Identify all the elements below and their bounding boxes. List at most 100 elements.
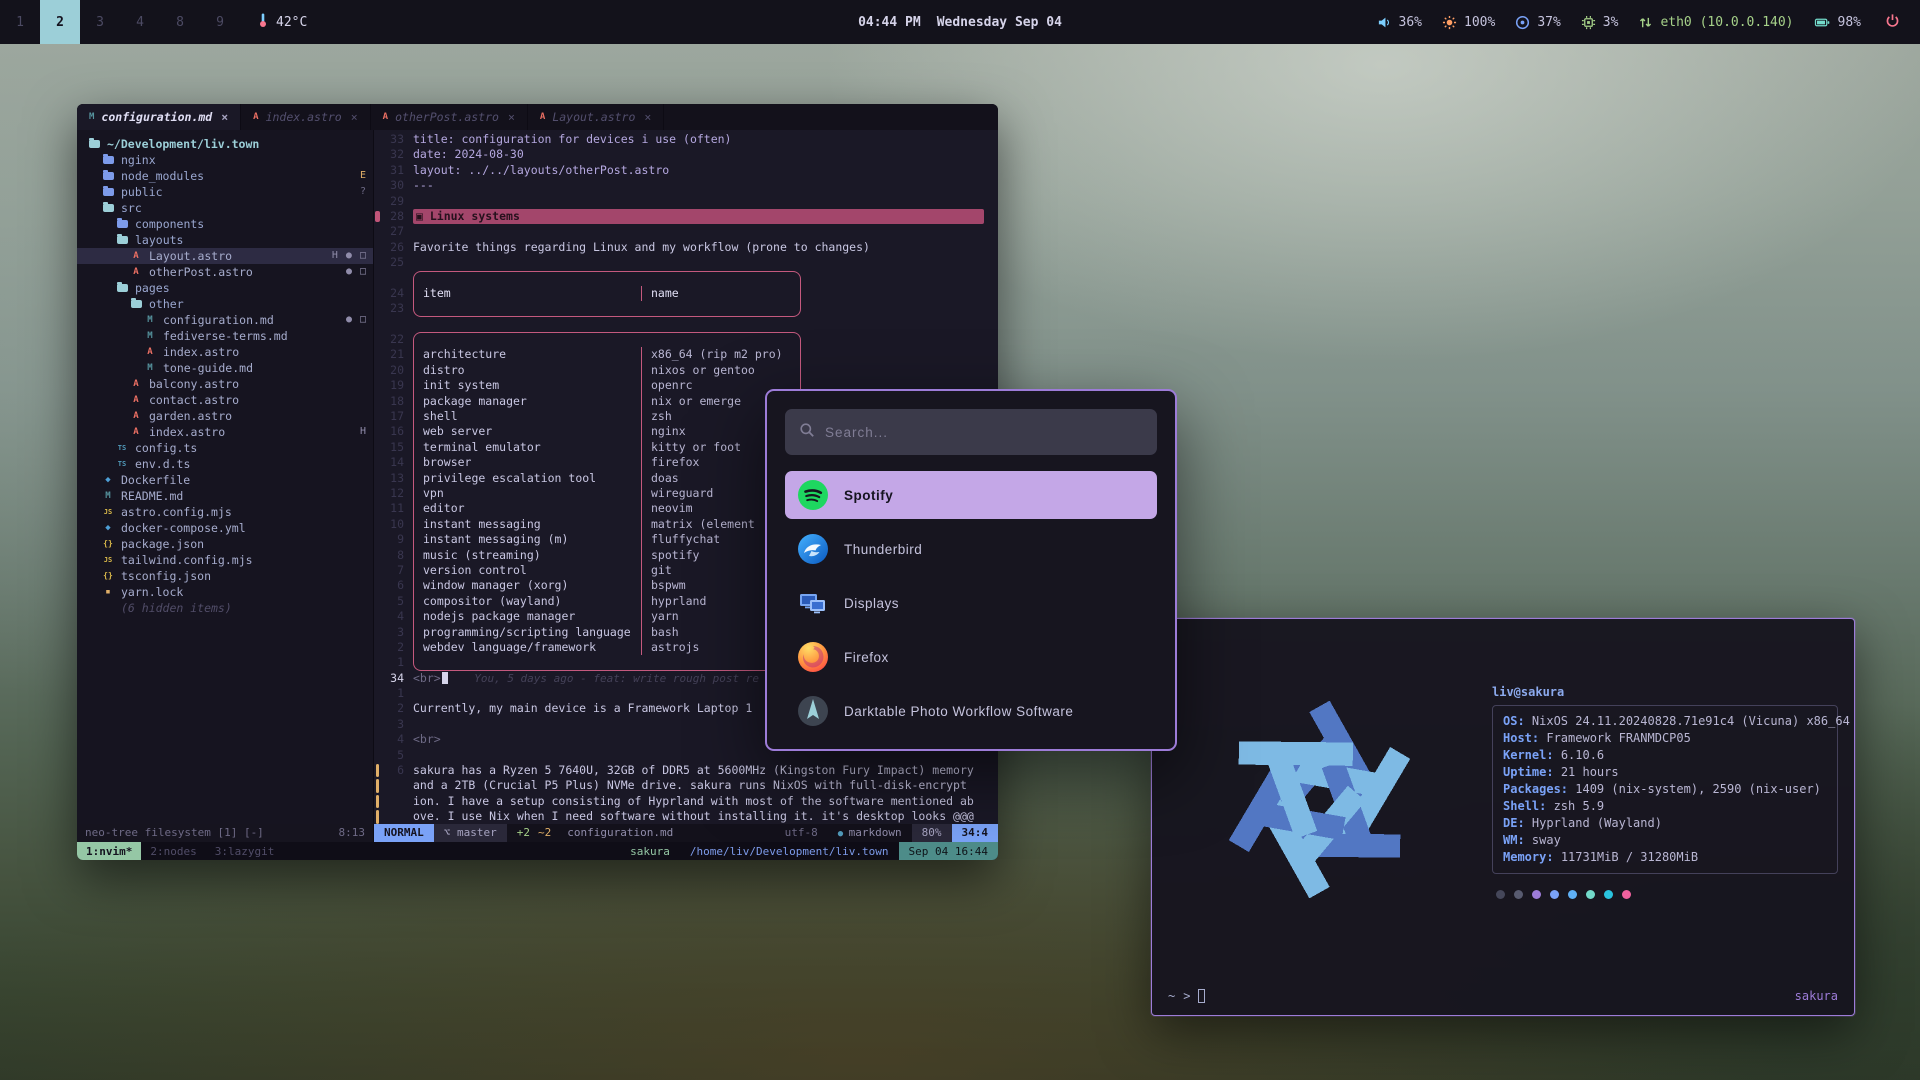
line-number: 29 <box>383 194 413 209</box>
fastfetch-line: Uptime21 hours <box>1503 764 1827 781</box>
workspace-button[interactable]: 4 <box>120 0 160 44</box>
line-body <box>413 271 801 286</box>
file-type-icon <box>115 233 129 247</box>
launcher-item-firefox[interactable]: Firefox <box>785 633 1157 681</box>
fastfetch-value: 6.10.6 <box>1561 748 1604 762</box>
battery-module[interactable]: 98% <box>1814 15 1861 30</box>
temperature-module[interactable]: 42°C <box>256 12 307 32</box>
file-type-icon <box>101 489 115 503</box>
tree-item[interactable]: docker-compose.yml <box>77 520 373 536</box>
tree-item[interactable]: src <box>77 200 373 216</box>
tree-item[interactable]: astro.config.mjs <box>77 504 373 520</box>
workspace-button[interactable]: 3 <box>80 0 120 44</box>
statusline: neo-tree filesystem [1] [-] 8:13 NORMAL … <box>77 824 998 842</box>
tree-item[interactable]: index.astro H <box>77 424 373 440</box>
line-number: 18 <box>383 394 413 409</box>
volume-module[interactable]: 36% <box>1377 15 1422 30</box>
power-button[interactable] <box>1881 13 1904 32</box>
editor-tab[interactable]: otherPost.astro × <box>371 104 528 130</box>
tree-item[interactable]: nginx <box>77 152 373 168</box>
tree-item[interactable]: tsconfig.json <box>77 568 373 584</box>
tree-item[interactable]: ~/Development/liv.town <box>77 136 373 152</box>
launcher-item-spotify[interactable]: Spotify <box>785 471 1157 519</box>
tree-item[interactable]: Dockerfile <box>77 472 373 488</box>
tree-item[interactable]: README.md <box>77 488 373 504</box>
line-text: --- <box>413 178 434 193</box>
editor-line: 27 <box>374 224 998 239</box>
file-tree: ~/Development/liv.town nginx node_module… <box>77 130 374 824</box>
git-sign <box>374 440 383 455</box>
tree-item[interactable]: config.ts <box>77 440 373 456</box>
tree-item[interactable]: configuration.md ● □ <box>77 312 373 328</box>
editor-tab[interactable]: Layout.astro × <box>528 104 664 130</box>
tree-item[interactable]: Layout.astro H ● □ <box>77 248 373 264</box>
tree-item[interactable]: components <box>77 216 373 232</box>
tree-item[interactable]: pages <box>77 280 373 296</box>
tmux-window[interactable]: 1:nvim* <box>77 842 141 860</box>
file-type-icon <box>129 265 143 279</box>
disk-module[interactable]: 37% <box>1515 15 1560 30</box>
tree-item[interactable]: node_modules E <box>77 168 373 184</box>
tree-item[interactable]: tailwind.config.mjs <box>77 552 373 568</box>
launcher-item-displays[interactable]: Displays <box>785 579 1157 627</box>
tree-item[interactable]: other <box>77 296 373 312</box>
tmux-window[interactable]: 2:nodes <box>141 842 205 860</box>
tree-item-label: index.astro <box>149 424 225 440</box>
tree-item-label: docker-compose.yml <box>121 520 246 536</box>
tree-item[interactable]: index.astro <box>77 344 373 360</box>
line-body: title: configuration for devices i use (… <box>413 132 998 147</box>
tab-close-icon[interactable]: × <box>221 110 228 124</box>
git-sign <box>374 471 383 486</box>
line-number: 15 <box>383 440 413 455</box>
battery-icon <box>1814 15 1831 30</box>
editor-tab[interactable]: configuration.md × <box>77 104 241 130</box>
line-number: 8 <box>383 548 413 563</box>
tree-item[interactable]: fediverse-terms.md <box>77 328 373 344</box>
cpu-module[interactable]: 3% <box>1581 15 1619 30</box>
tree-item[interactable]: layouts <box>77 232 373 248</box>
launcher-item-thunderbird[interactable]: Thunderbird <box>785 525 1157 573</box>
workspace-button[interactable]: 8 <box>160 0 200 44</box>
workspace-button[interactable]: 2 <box>40 0 80 44</box>
tree-item[interactable]: balcony.astro <box>77 376 373 392</box>
tab-close-icon[interactable]: × <box>508 110 515 124</box>
tree-item[interactable]: env.d.ts <box>77 456 373 472</box>
filetype-icon <box>89 112 94 122</box>
tree-item[interactable]: contact.astro <box>77 392 373 408</box>
tmux-window[interactable]: 3:lazygit <box>206 842 284 860</box>
launcher-search-box[interactable] <box>785 409 1157 455</box>
terminal-window-fastfetch[interactable]: liv@sakura OSNixOS 24.11.20240828.71e91c… <box>1151 618 1855 1016</box>
line-number: 4 <box>383 609 413 624</box>
workspace-button[interactable]: 1 <box>0 0 40 44</box>
tree-item[interactable]: garden.astro <box>77 408 373 424</box>
line-number: 3 <box>383 717 413 732</box>
git-sign <box>374 732 383 747</box>
shell-prompt[interactable]: ~ > <box>1168 989 1205 1003</box>
search-input[interactable] <box>825 425 1143 440</box>
fastfetch-key: Uptime <box>1503 765 1561 779</box>
tab-close-icon[interactable]: × <box>644 110 651 124</box>
tree-item[interactable]: otherPost.astro ● □ <box>77 264 373 280</box>
git-sign <box>374 532 383 547</box>
fastfetch-value: 1409 (nix-system), 2590 (nix-user) <box>1575 782 1821 796</box>
table-cell-name: nixos or gentoo <box>642 363 800 378</box>
tab-close-icon[interactable]: × <box>351 110 358 124</box>
editor-line: 23 <box>374 301 998 316</box>
editor-line <box>374 271 998 286</box>
line-body: web server nginx <box>413 424 801 439</box>
launcher-item-darktable[interactable]: Darktable Photo Workflow Software <box>785 687 1157 735</box>
line-number: 23 <box>383 301 413 316</box>
tree-item[interactable]: package.json <box>77 536 373 552</box>
network-module[interactable]: eth0 (10.0.0.140) <box>1638 15 1793 30</box>
tree-item[interactable]: tone-guide.md <box>77 360 373 376</box>
tree-item[interactable]: public ? <box>77 184 373 200</box>
editor-tab[interactable]: index.astro × <box>241 104 371 130</box>
tree-item[interactable]: (6 hidden items) <box>77 600 373 616</box>
workspace-button[interactable]: 9 <box>200 0 240 44</box>
filetype-icon <box>540 112 545 122</box>
statusline-spacer <box>683 824 774 842</box>
brightness-module[interactable]: 100% <box>1442 15 1495 30</box>
clock[interactable]: 04:44 PM Wednesday Sep 04 <box>858 15 1062 30</box>
tree-item[interactable]: yarn.lock <box>77 584 373 600</box>
git-sign <box>374 286 383 301</box>
